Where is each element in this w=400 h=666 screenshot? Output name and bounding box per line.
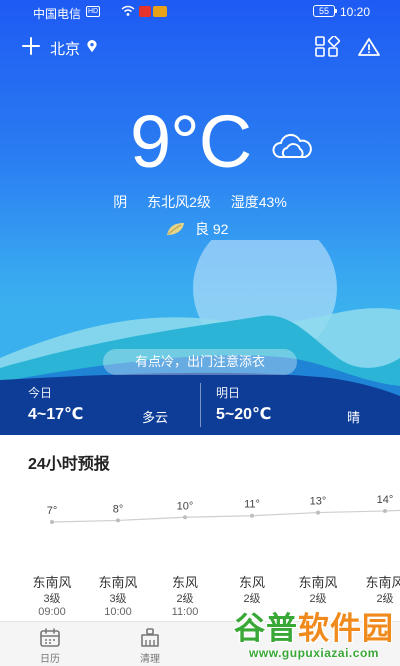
calendar-icon [40, 628, 60, 647]
clean-icon [141, 628, 159, 647]
battery-icon: 55 [313, 5, 337, 17]
wifi-icon [121, 5, 135, 16]
plus-icon[interactable] [22, 37, 40, 55]
hourly-temperature-curve: 7° 8° 10° 11° 13° 14° [47, 494, 400, 524]
hour-temp-label: 11° [244, 499, 260, 511]
today-label: 今日 [28, 386, 53, 400]
tomorrow-label: 明日 [216, 386, 241, 400]
hour-temp-label: 7° [47, 505, 58, 517]
air-quality[interactable]: 良 92 [165, 219, 228, 239]
hour-time: 09:00 [38, 606, 66, 618]
aqi-value: 良 92 [195, 221, 229, 237]
tab-calendar[interactable]: 日历 [28, 628, 72, 665]
notification-badge-icon [139, 6, 151, 17]
hour-wind-direction: 东南风 [98, 575, 138, 590]
hour-wind-direction: 东南风 [32, 575, 72, 590]
advice-pill: 有点冷，出门注意添衣 [103, 349, 297, 375]
city-name[interactable]: 北京 [50, 38, 80, 59]
day-divider [200, 383, 201, 427]
hour-wind-level: 2级 [309, 593, 327, 605]
apps-grid-icon[interactable] [315, 36, 341, 58]
app-notification-icon [153, 6, 167, 17]
temperature-point [183, 515, 187, 520]
today-condition: 多云 [142, 410, 169, 425]
carrier-label: 中国电信 [33, 7, 82, 21]
leaf-icon [167, 223, 184, 235]
watermark: 谷普软件园 www.gupuxiazai.com [234, 612, 394, 661]
hour-temp-label: 10° [177, 500, 194, 512]
location-pin-icon [87, 40, 97, 53]
temperature-unit: °C [170, 100, 252, 183]
temperature-point [116, 518, 120, 523]
watermark-part1: 谷普 [234, 611, 298, 646]
status-bar: 中国电信 HD 55 10:20 [0, 0, 400, 24]
tab-clean-label: 清理 [140, 654, 160, 665]
forecast-title: 24小时预报 [28, 456, 110, 473]
tab-clean[interactable]: 清理 [128, 628, 172, 665]
hour-wind-direction: 东南风 [298, 575, 338, 590]
tomorrow-condition: 晴 [347, 410, 361, 425]
hour-temp-label: 13° [310, 496, 327, 508]
cloud-icon [272, 133, 312, 158]
watermark-title: 谷普软件园 [234, 612, 394, 646]
hour-wind-level: 2级 [243, 593, 261, 605]
weather-summary: 阴 东北风2级 湿度43% [0, 192, 400, 212]
warning-icon[interactable] [358, 37, 380, 57]
hour-wind-level: 2级 [176, 593, 194, 605]
temperature-line [51, 509, 400, 523]
temperature-point [383, 509, 387, 513]
hour-wind-level: 3级 [109, 593, 127, 605]
temperature-value: 9 [130, 100, 171, 183]
tomorrow-range: 5~20℃ [216, 406, 272, 423]
watermark-part2: 软件园 [298, 611, 394, 646]
hour-wind-level: 3级 [43, 593, 61, 605]
hour-wind-direction: 东风 [238, 575, 266, 590]
watermark-url: www.gupuxiazai.com [249, 646, 379, 660]
hour-wind-direction: 东南风 [365, 575, 400, 590]
clock: 10:20 [340, 5, 371, 19]
humidity-text: 湿度43% [230, 194, 287, 210]
hour-temp-label: 14° [377, 494, 394, 506]
hour-time: 11:00 [171, 606, 199, 618]
tab-calendar-label: 日历 [40, 654, 60, 665]
hour-wind-direction: 东风 [171, 575, 199, 590]
temperature-point [50, 520, 54, 524]
hd-badge: HD [86, 6, 101, 17]
current-temperature: 9°C [130, 100, 252, 183]
hour-temp-label: 8° [113, 503, 124, 515]
hour-wind-level: 2级 [376, 593, 394, 605]
wind-text: 东北风2级 [147, 194, 211, 210]
today-range: 4~17℃ [28, 406, 84, 423]
temperature-point [316, 510, 320, 515]
hour-time: 10:00 [104, 606, 132, 618]
temperature-point [250, 513, 254, 518]
condition-text: 阴 [113, 194, 128, 210]
